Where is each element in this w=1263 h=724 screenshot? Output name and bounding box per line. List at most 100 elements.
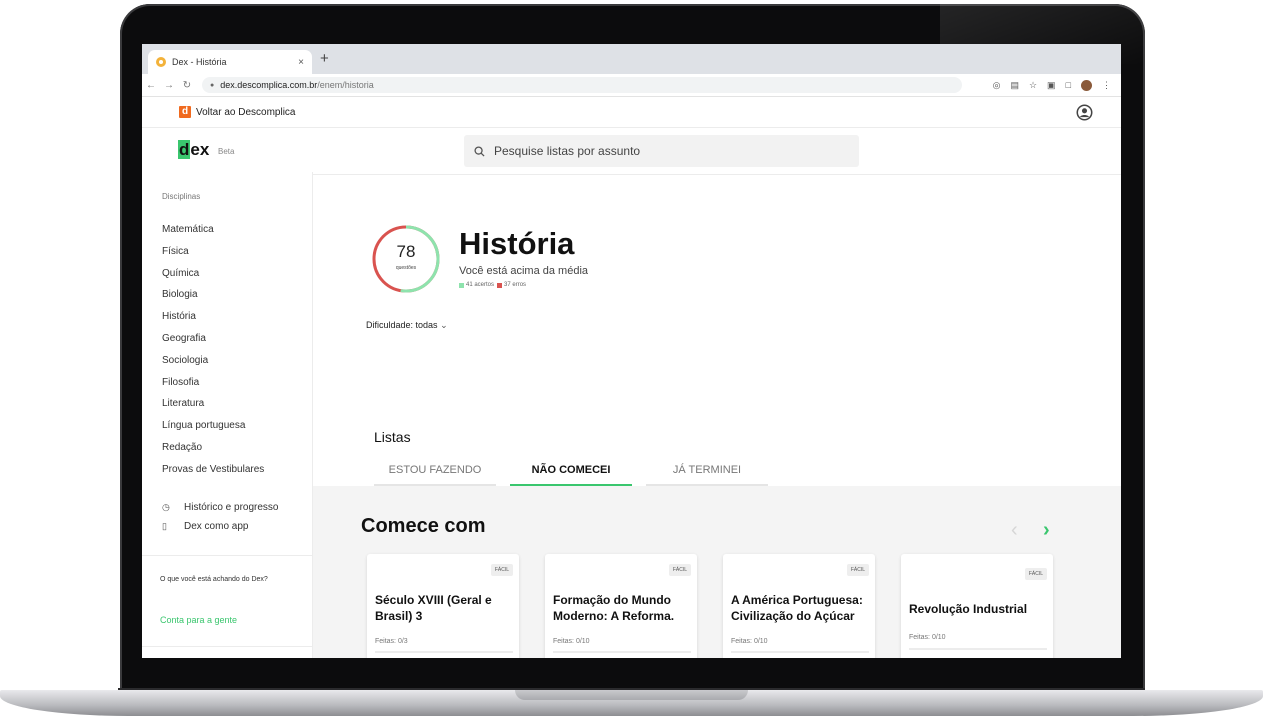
translate-icon[interactable]: ▤ — [1010, 80, 1019, 91]
card-progress: Feitas: 0/10 — [731, 638, 768, 645]
performance-status: Você está acima da média — [459, 265, 589, 277]
difficulty-dropdown[interactable]: Dificuldade: todas ⌄ — [366, 320, 448, 331]
search-icon — [474, 145, 485, 157]
forward-arrow-icon[interactable]: → — [160, 80, 178, 91]
sidebar-item-literatura[interactable]: Literatura — [162, 393, 264, 415]
feedback-link[interactable]: Conta para a gente — [160, 615, 237, 625]
card-title: Revolução Industrial — [909, 602, 1028, 616]
sidebar-item-provas-vestibulares[interactable]: Provas de Vestibulares — [162, 459, 264, 481]
card-progress-bar — [375, 651, 513, 653]
browser-tab-title: Dex - História — [172, 57, 227, 67]
browser-tabbar: Dex - História × + — [142, 44, 1121, 74]
list-card[interactable]: FÁCIL A América Portuguesa: Civilização … — [723, 554, 875, 658]
history-progress-link[interactable]: ◷ Histórico e progresso — [162, 498, 278, 517]
card-progress-bar — [553, 651, 691, 653]
tab-close-icon[interactable]: × — [298, 57, 304, 68]
descomplica-logo-icon: d — [179, 106, 191, 118]
lists-panel: Comece com ‹ › FÁCIL Século XVIII (Geral… — [313, 486, 1121, 658]
laptop-base-notch — [515, 690, 748, 700]
url-domain: dex.descomplica.com.br — [220, 80, 318, 90]
lists-title: Listas — [374, 429, 411, 445]
sidebar-item-geografia[interactable]: Geografia — [162, 328, 264, 350]
sidebar-divider — [142, 555, 312, 556]
dex-app-link[interactable]: ▯ Dex como app — [162, 517, 278, 536]
feedback-text: O que você está achando do Dex? — [160, 576, 268, 583]
sidebar: Disciplinas Matemática Física Química Bi… — [142, 172, 313, 658]
site-header: dex Beta Pesquise listas por assunto — [142, 128, 1121, 175]
user-account-icon[interactable] — [1076, 104, 1093, 121]
dex-logo[interactable]: dex — [178, 140, 209, 160]
sidebar-item-matematica[interactable]: Matemática — [162, 219, 264, 241]
cast-icon[interactable]: ◎ — [993, 80, 1001, 91]
card-progress-bar — [731, 651, 869, 653]
discipline-list: Matemática Física Química Biologia Histó… — [162, 219, 264, 481]
sidebar-item-biologia[interactable]: Biologia — [162, 284, 264, 306]
new-tab-icon[interactable]: + — [320, 50, 329, 67]
reload-icon[interactable]: ↻ — [178, 80, 196, 91]
difficulty-label: Dificuldade: todas — [366, 320, 438, 330]
wrong-count: 37 erros — [504, 282, 527, 288]
browser-tab[interactable]: Dex - História × — [148, 50, 312, 74]
main-content: 78 questões História Você está acima da … — [313, 172, 1121, 658]
card-title: A América Portuguesa: Civilização do Açú… — [731, 593, 863, 623]
sidebar-item-fisica[interactable]: Física — [162, 241, 264, 263]
tab-estou-fazendo[interactable]: ESTOU FAZENDO — [374, 458, 496, 487]
list-card[interactable]: FÁCIL Século XVIII (Geral e Brasil) 3 Fe… — [367, 554, 519, 658]
tab-nao-comecei[interactable]: NÃO COMECEI — [510, 458, 632, 487]
score-legend: 41 acertos 37 erros — [459, 282, 526, 288]
carousel-prev-icon[interactable]: ‹ — [1011, 519, 1018, 542]
dex-logo-d: d — [178, 140, 191, 159]
wrong-legend-swatch — [497, 282, 503, 288]
beta-label: Beta — [218, 147, 235, 156]
list-tabs: ESTOU FAZENDO NÃO COMECEI JÁ TERMINEI — [374, 458, 782, 487]
tab-ja-terminei[interactable]: JÁ TERMINEI — [646, 458, 768, 487]
card-progress: Feitas: 0/10 — [909, 634, 946, 641]
camera-icon[interactable]: ▣ — [1047, 80, 1056, 91]
start-with-title: Comece com — [361, 515, 486, 537]
browser-addressbar: ← → ↻ ● dex.descomplica.com.br/enem/hist… — [142, 74, 1121, 97]
sidebar-item-lingua-portuguesa[interactable]: Língua portuguesa — [162, 415, 264, 437]
history-progress-label: Histórico e progresso — [184, 502, 279, 513]
difficulty-badge: FÁCIL — [846, 564, 869, 576]
chevron-down-icon: ⌄ — [440, 320, 448, 330]
capture-icon[interactable]: □ — [1066, 80, 1071, 90]
questions-label: questões — [395, 265, 417, 271]
card-progress: Feitas: 0/3 — [375, 638, 408, 645]
card-progress-bar — [909, 648, 1047, 650]
sidebar-item-historia[interactable]: História — [162, 306, 264, 328]
lock-icon: ● — [210, 81, 215, 89]
menu-dots-icon[interactable]: ⋮ — [1102, 80, 1111, 91]
sidebar-item-filosofia[interactable]: Filosofia — [162, 372, 264, 394]
sidebar-title: Disciplinas — [162, 192, 201, 201]
correct-legend-swatch — [459, 282, 464, 288]
dex-logo-ex: ex — [190, 140, 210, 159]
page-title: História — [459, 226, 575, 261]
star-icon[interactable]: ☆ — [1029, 80, 1037, 91]
list-card[interactable]: FÁCIL Formação do Mundo Moderno: A Refor… — [545, 554, 697, 658]
history-clock-icon: ◷ — [162, 502, 170, 512]
back-arrow-icon[interactable]: ← — [142, 80, 160, 91]
phone-icon: ▯ — [162, 521, 167, 531]
favicon-icon — [156, 57, 166, 67]
sidebar-item-quimica[interactable]: Química — [162, 263, 264, 285]
difficulty-badge: FÁCIL — [490, 564, 513, 576]
sidebar-item-sociologia[interactable]: Sociologia — [162, 350, 264, 372]
carousel-next-icon[interactable]: › — [1043, 519, 1050, 542]
profile-avatar-icon[interactable] — [1081, 79, 1092, 91]
sidebar-item-redacao[interactable]: Redação — [162, 437, 264, 459]
difficulty-badge: FÁCIL — [668, 564, 691, 576]
back-to-descomplica-link[interactable]: Voltar ao Descomplica — [196, 107, 296, 118]
search-input[interactable]: Pesquise listas por assunto — [464, 135, 859, 167]
questions-count: 78 — [396, 242, 416, 261]
top-strip: d Voltar ao Descomplica — [142, 97, 1121, 128]
card-progress: Feitas: 0/10 — [553, 638, 590, 645]
url-field[interactable]: ● dex.descomplica.com.br/enem/historia — [202, 77, 962, 93]
list-card[interactable]: FÁCIL Revolução Industrial Feitas: 0/10 — [901, 554, 1053, 658]
search-placeholder: Pesquise listas por assunto — [494, 144, 641, 158]
sidebar-divider-bottom — [142, 646, 312, 647]
laptop-screen: Dex - História × + ← → ↻ ● dex.descompli… — [142, 44, 1121, 658]
card-title: Século XVIII (Geral e Brasil) 3 — [375, 593, 492, 623]
url-path: /enem/historia — [317, 80, 374, 90]
correct-count: 41 acertos — [466, 282, 495, 288]
difficulty-badge: FÁCIL — [1024, 568, 1047, 580]
